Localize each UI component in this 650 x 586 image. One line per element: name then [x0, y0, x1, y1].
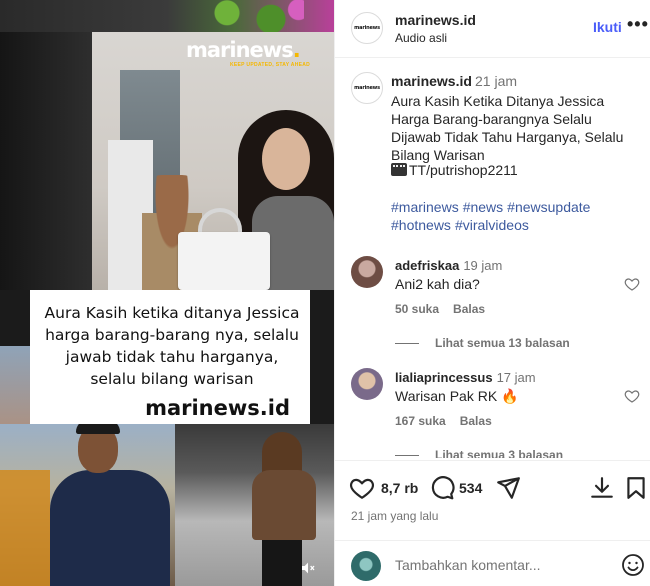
likes-count[interactable]: 8,7 rb: [381, 480, 418, 496]
video-dark-wall: [0, 32, 92, 290]
emoji-smiley-icon[interactable]: [621, 553, 645, 577]
header-audio-label[interactable]: Audio asli: [395, 31, 447, 45]
video-player[interactable]: marinews. KEEP UPDATED, STAY AHEAD Aura …: [0, 0, 334, 586]
video-woman2-legs: [262, 540, 302, 586]
post-header: marinews marinews.id Audio asli Ikuti ••…: [335, 0, 650, 58]
post-timestamp[interactable]: 21 jam: [475, 73, 517, 89]
comment-time: 19 jam: [463, 258, 503, 273]
post-sidebar: marinews marinews.id Audio asli Ikuti ••…: [334, 0, 650, 586]
comment-meta: 50 suka Balas: [395, 302, 499, 316]
brand-tagline: KEEP UPDATED, STAY AHEAD: [230, 62, 311, 68]
bookmark-icon[interactable]: [623, 475, 649, 501]
video-woman-face: [262, 128, 310, 190]
add-comment-bar: [335, 540, 650, 586]
film-camera-icon: [391, 163, 407, 176]
comment-username[interactable]: adefriskaa: [395, 258, 459, 273]
comment-header: lialiaprincessus 17 jam: [395, 370, 536, 385]
post-author-avatar[interactable]: marinews: [351, 72, 383, 104]
hashtag-link[interactable]: #viralvideos: [455, 217, 529, 233]
more-options-icon[interactable]: •••: [627, 14, 649, 35]
comments-scroll-area[interactable]: marinews marinews.id 21 jam Aura Kasih K…: [335, 58, 650, 458]
comment-heart-icon[interactable]: [624, 276, 640, 292]
download-icon[interactable]: [589, 475, 615, 501]
follow-button[interactable]: Ikuti: [593, 19, 622, 35]
action-bar: 8,7 rb 534 21 jam yang lalu: [335, 460, 650, 540]
comment-text: Ani2 kah dia?: [395, 276, 480, 292]
comment-text: Warisan Pak RK 🔥: [395, 388, 519, 404]
comment-avatar[interactable]: [351, 256, 383, 288]
video-top-scene: [0, 0, 334, 32]
video-caption-text: Aura Kasih ketika ditanya Jessica harga …: [44, 304, 300, 388]
header-username[interactable]: marinews.id: [395, 12, 476, 28]
view-replies-link[interactable]: Lihat semua 3 balasan: [395, 448, 563, 458]
video-man2-body: [50, 470, 170, 586]
handbag: [178, 232, 270, 290]
comment-likes[interactable]: 50 suka: [395, 302, 439, 316]
header-avatar[interactable]: marinews: [351, 12, 383, 44]
comment-item: adefriskaa 19 jam Ani2 kah dia? 50 suka Ba…: [335, 256, 650, 366]
hashtag-link[interactable]: #marinews: [391, 199, 459, 215]
share-send-icon[interactable]: [495, 475, 521, 501]
comments-count[interactable]: 534: [459, 480, 482, 496]
video-railing: [0, 470, 50, 586]
video-woman2-coat: [252, 470, 316, 540]
like-heart-icon[interactable]: [349, 475, 375, 501]
posted-time[interactable]: 21 jam yang lalu: [351, 509, 438, 523]
hashtag-link[interactable]: #newsupdate: [507, 199, 590, 215]
current-user-avatar: [351, 551, 381, 581]
comment-item: lialiaprincessus 17 jam Warisan Pak RK 🔥 …: [335, 368, 650, 458]
video-caption-card: Aura Kasih ketika ditanya Jessica harga …: [30, 290, 310, 424]
post-source-line: TT/putrishop2211: [391, 162, 518, 178]
comment-time: 17 jam: [496, 370, 536, 385]
post-source-text: TT/putrishop2211: [409, 162, 518, 178]
comment-input[interactable]: [395, 557, 605, 573]
comment-likes[interactable]: 167 suka: [395, 414, 446, 428]
post-author-username[interactable]: marinews.id: [391, 73, 472, 89]
video-brand-logo: marinews. KEEP UPDATED, STAY AHEAD: [186, 38, 311, 68]
speaker-muted-icon[interactable]: [298, 560, 318, 580]
comment-username[interactable]: lialiaprincessus: [395, 370, 493, 385]
post-caption: Aura Kasih Ketika Ditanya Jessica Harga …: [391, 93, 624, 163]
comment-heart-icon[interactable]: [624, 388, 640, 404]
hashtag-link[interactable]: #news: [463, 199, 503, 215]
comment-header: adefriskaa 19 jam: [395, 258, 502, 273]
reply-button[interactable]: Balas: [453, 302, 485, 316]
view-replies-link[interactable]: Lihat semua 13 balasan: [395, 336, 570, 350]
post-hashtags: #marinews #news #newsupdate #hotnews #viral…: [391, 198, 641, 234]
video-caption-brand: marinews.id: [145, 396, 290, 420]
comment-bubble-icon[interactable]: [429, 475, 455, 501]
hashtag-link[interactable]: #hotnews: [391, 217, 451, 233]
plant-decoration: [194, 0, 304, 32]
comment-avatar[interactable]: [351, 368, 383, 400]
comment-meta: 167 suka Balas: [395, 414, 506, 428]
reply-button[interactable]: Balas: [460, 414, 492, 428]
